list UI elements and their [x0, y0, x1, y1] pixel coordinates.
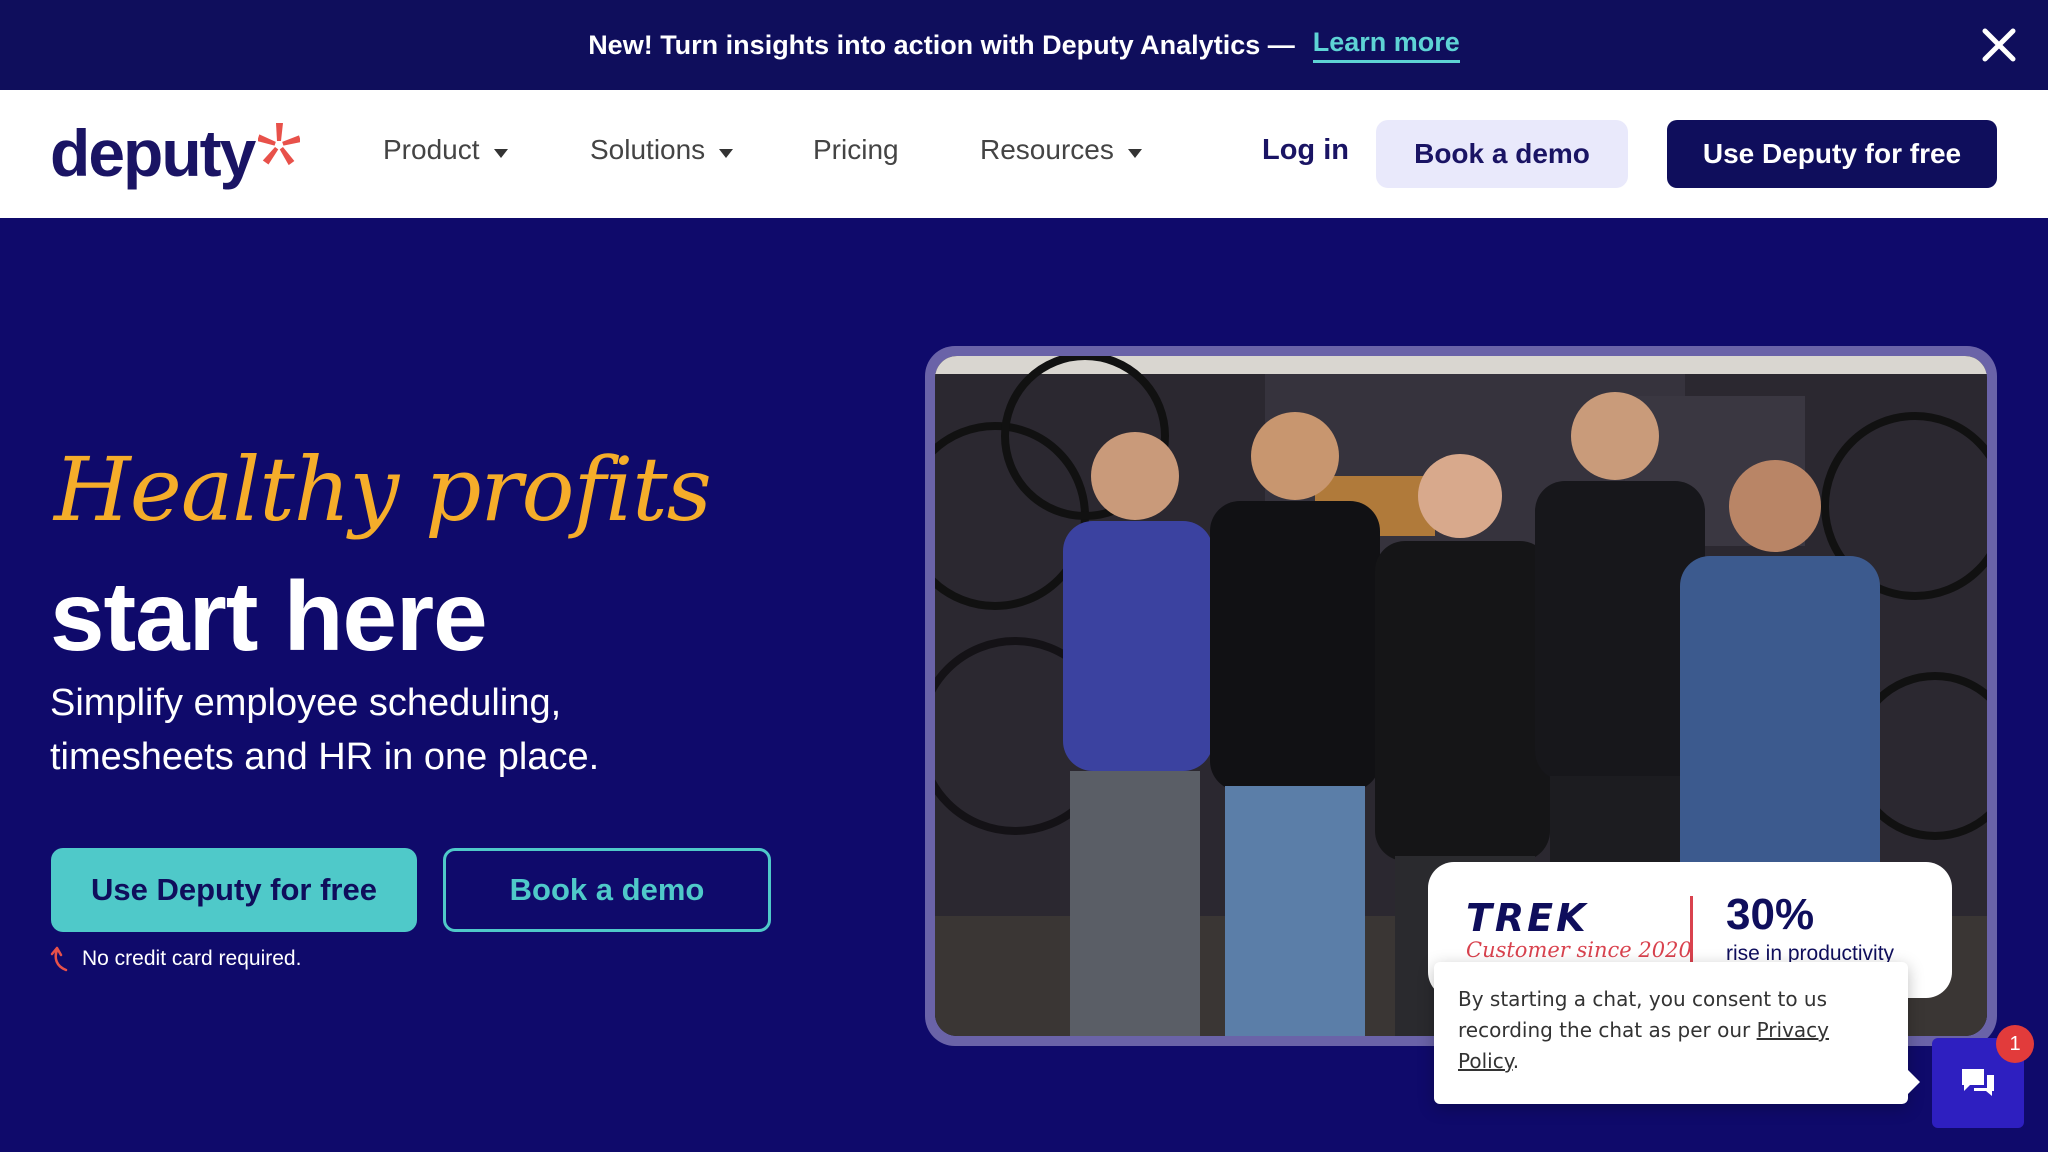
close-icon[interactable] — [1978, 24, 2020, 66]
hero-book-demo-button[interactable]: Book a demo — [443, 848, 771, 932]
announcement-bar: New! Turn insights into action with Depu… — [0, 0, 2048, 90]
nav-product-label: Product — [383, 134, 480, 165]
nav-resources[interactable]: Resources — [980, 134, 1142, 166]
hero-title: start here — [50, 561, 488, 671]
nav-resources-label: Resources — [980, 134, 1114, 165]
main-nav: deputy Product Solutions Pricing Resourc… — [0, 90, 2048, 218]
nav-pricing[interactable]: Pricing — [813, 134, 899, 166]
learn-more-link[interactable]: Learn more — [1312, 27, 1460, 63]
notification-badge: 1 — [1996, 1025, 2034, 1063]
deputy-logo[interactable]: deputy — [50, 116, 301, 190]
stat-divider — [1690, 896, 1693, 962]
no-credit-card-note: No credit card required. — [50, 946, 301, 972]
login-link[interactable]: Log in — [1262, 134, 1349, 167]
use-free-button[interactable]: Use Deputy for free — [1667, 120, 1997, 188]
caret-down-icon — [493, 148, 508, 158]
nav-solutions-label: Solutions — [590, 134, 706, 165]
nav-solutions[interactable]: Solutions — [590, 134, 734, 166]
announcement-message: New! Turn insights into action with Depu… — [588, 29, 1295, 60]
hero-use-free-button[interactable]: Use Deputy for free — [51, 848, 417, 932]
caret-down-icon — [719, 148, 734, 158]
customer-since-label: Customer since 2020 — [1466, 938, 1692, 962]
chat-consent-end: . — [1512, 1049, 1520, 1073]
stat-value: 30% — [1726, 890, 1815, 939]
nav-pricing-label: Pricing — [813, 134, 899, 165]
book-demo-button[interactable]: Book a demo — [1376, 120, 1628, 188]
chat-consent-popup: By starting a chat, you consent to us re… — [1434, 962, 1920, 1104]
hero-subtitle: Simplify employee scheduling, timesheets… — [50, 682, 600, 778]
logo-star-icon — [258, 123, 301, 166]
no-credit-card-text: No credit card required. — [82, 947, 302, 970]
caret-down-icon — [1127, 148, 1142, 158]
chat-bubble-icon — [1962, 1069, 1994, 1096]
hero-script-heading: Healthy profits — [54, 438, 712, 541]
logo-wordmark: deputy — [50, 116, 256, 190]
curved-arrow-icon — [50, 946, 68, 972]
nav-product[interactable]: Product — [383, 134, 508, 166]
trek-logo: TREK — [1466, 896, 1589, 940]
